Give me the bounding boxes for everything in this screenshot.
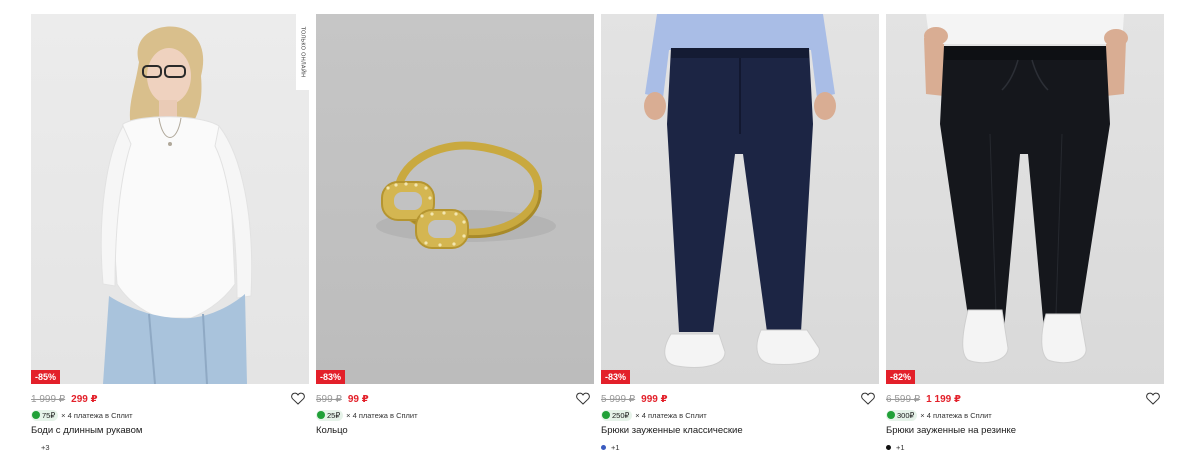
color-swatch[interactable]: [601, 444, 606, 450]
split-cashback-badge: 75₽: [31, 409, 59, 421]
heart-icon[interactable]: [576, 392, 590, 405]
new-price: 99 ₽: [347, 393, 369, 405]
split-payment-text: × 4 платежа в Сплит: [346, 410, 418, 420]
split-payment-row: 75₽ × 4 платежа в Сплит: [31, 409, 133, 421]
model-photo: [924, 14, 1128, 364]
split-logo-icon: [32, 411, 40, 419]
product-image[interactable]: -82%: [886, 14, 1164, 384]
split-cashback-amount: 25₽: [327, 410, 341, 420]
split-cashback-badge: 250₽: [601, 409, 633, 421]
discount-badge: -83%: [601, 370, 631, 384]
heart-icon[interactable]: [291, 392, 305, 405]
price-row: 599 ₽ 99 ₽: [316, 391, 594, 407]
split-cashback-amount: 75₽: [42, 410, 56, 420]
color-variants[interactable]: +3: [31, 441, 50, 453]
discount-badge: -82%: [886, 370, 916, 384]
more-colors-count: +1: [896, 442, 905, 452]
product-image[interactable]: -83%: [316, 14, 594, 384]
new-price: 299 ₽: [71, 393, 98, 405]
product-image[interactable]: только онлайн -85%: [31, 14, 309, 384]
model-photo: [100, 26, 253, 384]
split-logo-icon: [602, 411, 610, 419]
product-title[interactable]: Кольцо: [316, 425, 348, 436]
color-swatch[interactable]: [886, 444, 891, 450]
price-row: 1 999 ₽ 299 ₽: [31, 391, 309, 407]
split-payment-row: 25₽ × 4 платежа в Сплит: [316, 409, 418, 421]
split-payment-text: × 4 платежа в Сплит: [61, 410, 133, 420]
color-variants[interactable]: +1: [601, 441, 620, 453]
product-title[interactable]: Брюки зауженные на резинке: [886, 425, 1016, 436]
model-photo: [644, 14, 836, 368]
discount-badge: -83%: [316, 370, 346, 384]
new-price: 1 199 ₽: [926, 393, 961, 405]
split-payment-text: × 4 платежа в Сплит: [920, 410, 992, 420]
split-cashback-amount: 300₽: [897, 410, 915, 420]
heart-icon[interactable]: [1146, 392, 1160, 405]
more-colors-count: +3: [41, 442, 50, 452]
product-card[interactable]: -83% 599 ₽ 99 ₽ 25₽ × 4 платежа в Сплит …: [316, 14, 594, 470]
old-price: 599 ₽: [316, 393, 342, 405]
old-price: 1 999 ₽: [31, 393, 66, 405]
product-title[interactable]: Брюки зауженные классические: [601, 425, 743, 436]
color-variants[interactable]: +1: [886, 441, 905, 453]
old-price: 5 999 ₽: [601, 393, 636, 405]
price-row: 5 999 ₽ 999 ₽: [601, 391, 879, 407]
ring-photo: [376, 141, 556, 249]
split-payment-row: 250₽ × 4 платежа в Сплит: [601, 409, 707, 421]
split-payment-row: 300₽ × 4 платежа в Сплит: [886, 409, 992, 421]
old-price: 6 599 ₽: [886, 393, 921, 405]
product-title[interactable]: Боди с длинным рукавом: [31, 425, 142, 436]
price-row: 6 599 ₽ 1 199 ₽: [886, 391, 1164, 407]
online-only-tag: только онлайн: [296, 14, 309, 90]
discount-badge: -85%: [31, 370, 61, 384]
online-only-label: только онлайн: [299, 26, 306, 78]
split-cashback-badge: 300₽: [886, 409, 918, 421]
product-card[interactable]: только онлайн -85% 1 999 ₽ 299 ₽ 75₽ × 4…: [31, 14, 309, 470]
product-image[interactable]: -83%: [601, 14, 879, 384]
split-logo-icon: [887, 411, 895, 419]
more-colors-count: +1: [611, 442, 620, 452]
split-logo-icon: [317, 411, 325, 419]
split-payment-text: × 4 платежа в Сплит: [635, 410, 707, 420]
split-cashback-amount: 250₽: [612, 410, 630, 420]
heart-icon[interactable]: [861, 392, 875, 405]
split-cashback-badge: 25₽: [316, 409, 344, 421]
product-card[interactable]: -83% 5 999 ₽ 999 ₽ 250₽ × 4 платежа в Сп…: [601, 14, 879, 470]
new-price: 999 ₽: [641, 393, 668, 405]
product-card[interactable]: -82% 6 599 ₽ 1 199 ₽ 300₽ × 4 платежа в …: [886, 14, 1164, 470]
